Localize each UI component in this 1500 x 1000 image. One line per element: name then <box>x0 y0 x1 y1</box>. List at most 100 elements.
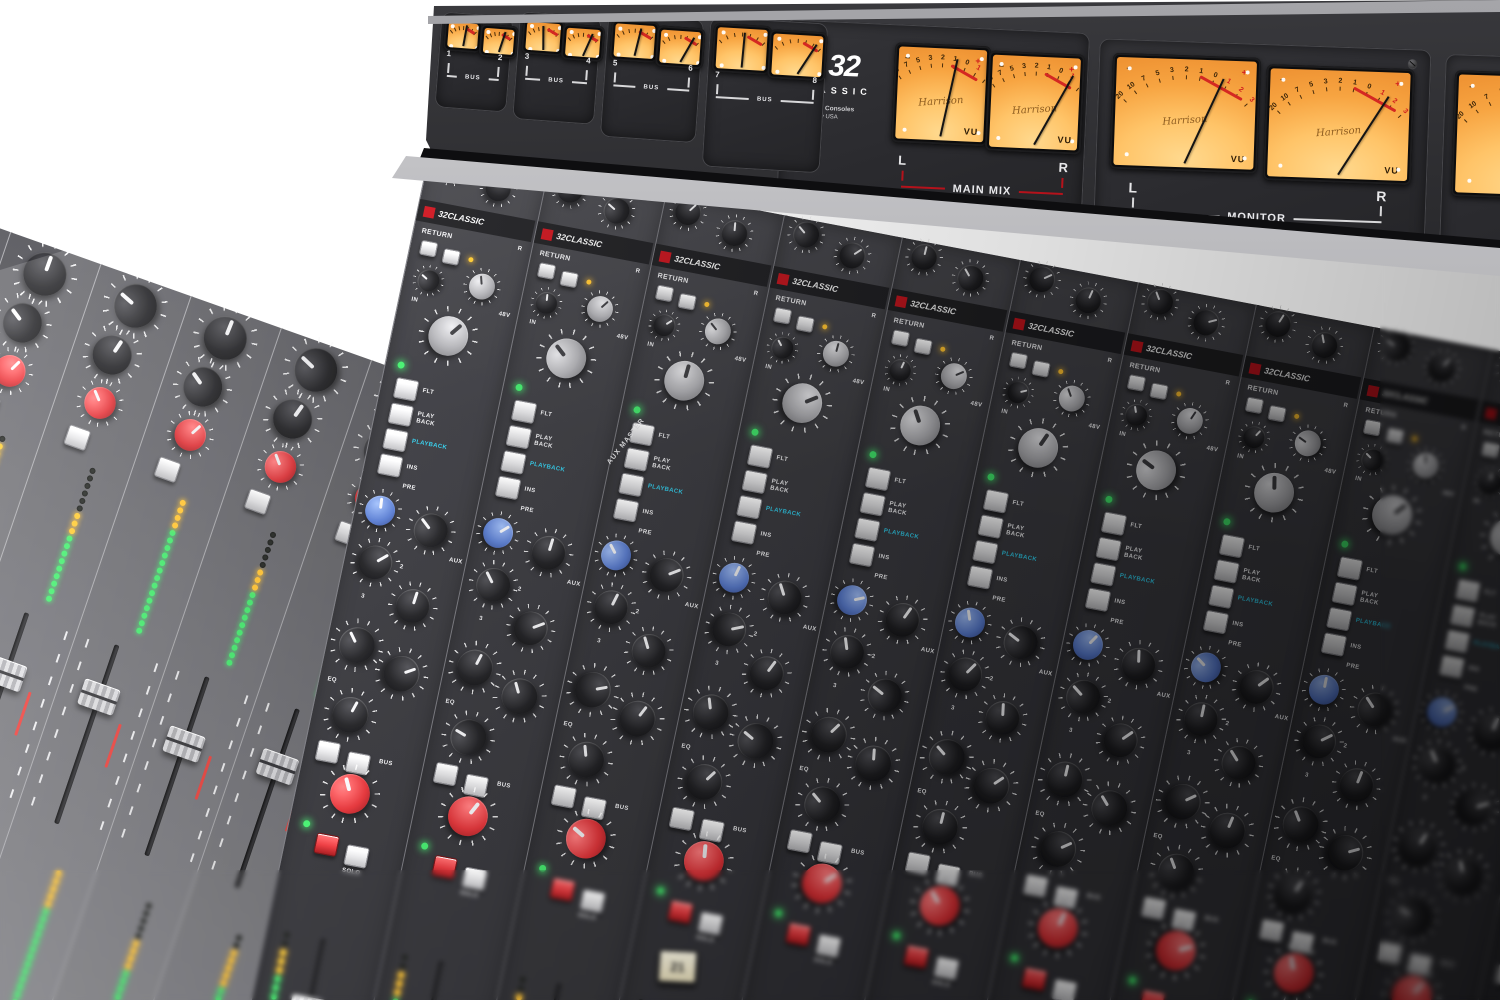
rear-knob <box>265 391 320 447</box>
strip-logo-mark <box>659 250 672 263</box>
strip-logo-mark <box>1131 340 1144 353</box>
meter-segment <box>71 520 79 528</box>
playback-cyan-button <box>500 450 527 475</box>
meter-segment <box>50 580 58 588</box>
gain-knob <box>1055 382 1088 415</box>
pre-label: PRE <box>1346 663 1360 671</box>
bus-number: 6 <box>688 63 693 72</box>
meter-segment <box>230 949 238 957</box>
meter-segment <box>259 561 267 569</box>
meter-screw-dot <box>652 29 656 33</box>
meter-segment <box>140 917 148 925</box>
bus-meter-panel: BUS 7 8 <box>702 17 829 174</box>
meter-segment <box>166 537 174 545</box>
meter-segment <box>24 960 32 968</box>
pre-label: PRE <box>756 551 770 559</box>
meter-segment <box>241 614 249 622</box>
meter-screw-dot <box>596 54 600 58</box>
insert-button <box>613 498 640 523</box>
meter-segment <box>76 505 84 513</box>
flt-label: FLT <box>658 433 671 441</box>
aux-knob <box>1297 719 1342 764</box>
aux-label: AUX <box>684 602 699 610</box>
eq-knob <box>1394 822 1443 871</box>
meter-segment <box>176 507 184 515</box>
return-button <box>773 307 793 325</box>
meter-segment <box>39 915 47 923</box>
playback-cyan-label: PLAYBACK <box>1119 573 1155 586</box>
bus-meter-panel: BUS 3 4 <box>512 11 602 125</box>
return-button <box>1031 360 1051 378</box>
tick <box>250 748 255 757</box>
vu-scale-tick <box>489 32 498 52</box>
tick <box>219 838 224 847</box>
aux-number: 2 <box>635 609 640 616</box>
meter-segment <box>142 910 150 918</box>
meter-screw-dot <box>696 61 700 65</box>
aux-knob <box>710 610 749 650</box>
bus-bracket: BUS <box>446 63 499 87</box>
vu-meter-partial: 2010753210123−+HarrisonVU <box>1451 70 1500 201</box>
aux-number: 3 <box>1068 728 1073 735</box>
playback-label: PLAY BACK <box>1241 568 1273 587</box>
vu-scale-tick <box>796 37 798 73</box>
aux-knob <box>985 701 1021 736</box>
insert-button <box>1321 632 1348 657</box>
rear-knob <box>0 295 50 351</box>
ins-label: INS <box>406 464 418 472</box>
in-label: IN <box>1472 498 1480 505</box>
flt-button <box>983 489 1010 514</box>
trim-knob <box>538 331 594 387</box>
strip-logo-text: 32CLASSIC <box>1263 365 1311 383</box>
aux-knob <box>861 672 909 719</box>
amber-led <box>704 302 710 308</box>
playback-cyan-label: PLAYBACK <box>1237 595 1273 608</box>
eq-knob <box>1324 831 1368 875</box>
return-button <box>891 329 911 347</box>
meter-screw-dot <box>662 59 666 63</box>
aux-knob <box>763 576 805 619</box>
eq-knob <box>1278 801 1324 848</box>
meter-segment <box>161 552 169 560</box>
solo-label: SOLO <box>695 935 714 944</box>
meter-screw-dot <box>777 37 781 41</box>
phantom-label: 48V <box>1088 423 1101 431</box>
meter-segment <box>251 584 259 592</box>
meter-segment <box>516 994 523 1000</box>
return-label: RETURN <box>775 295 807 308</box>
vu-scale-tick: 10 <box>1471 103 1500 188</box>
solo-label: SOLO <box>341 868 360 877</box>
strip-logo-text: 32CLASSIC <box>1027 321 1075 339</box>
meter-segment <box>55 870 63 878</box>
meter-screw-dot <box>1128 66 1132 70</box>
green-led <box>751 428 759 436</box>
meter-segment <box>81 490 89 498</box>
meter-segment <box>56 565 64 573</box>
meter-segment <box>228 651 236 659</box>
small-knob <box>1124 402 1149 427</box>
tick <box>85 639 90 648</box>
meter-segment <box>45 595 53 603</box>
return-button <box>1363 419 1383 437</box>
aux-number: 2 <box>871 654 876 661</box>
eq-knob <box>326 691 375 739</box>
vu-meter-face <box>771 33 823 77</box>
aux-knob <box>1335 763 1379 807</box>
pre-label: PRE <box>1464 685 1478 693</box>
return-button <box>1481 441 1500 459</box>
green-led <box>1010 954 1018 962</box>
green-led <box>656 887 664 895</box>
bus-meter-panel: BUS 5 6 <box>600 13 704 143</box>
gain-knob <box>1172 403 1208 439</box>
trim-knob <box>895 400 945 451</box>
meter-screw-dot <box>698 35 702 39</box>
aux-number: 2 <box>753 631 758 638</box>
insert-button <box>1085 587 1112 612</box>
meter-segment <box>137 925 145 933</box>
vu-meter-face <box>659 30 701 66</box>
fader-track <box>281 939 327 1000</box>
aux-number: 3 <box>714 660 719 667</box>
eq-label: EQ <box>1389 878 1399 886</box>
eq-label: EQ <box>799 766 809 774</box>
vu-scale-tick: 2 <box>1033 62 1037 143</box>
